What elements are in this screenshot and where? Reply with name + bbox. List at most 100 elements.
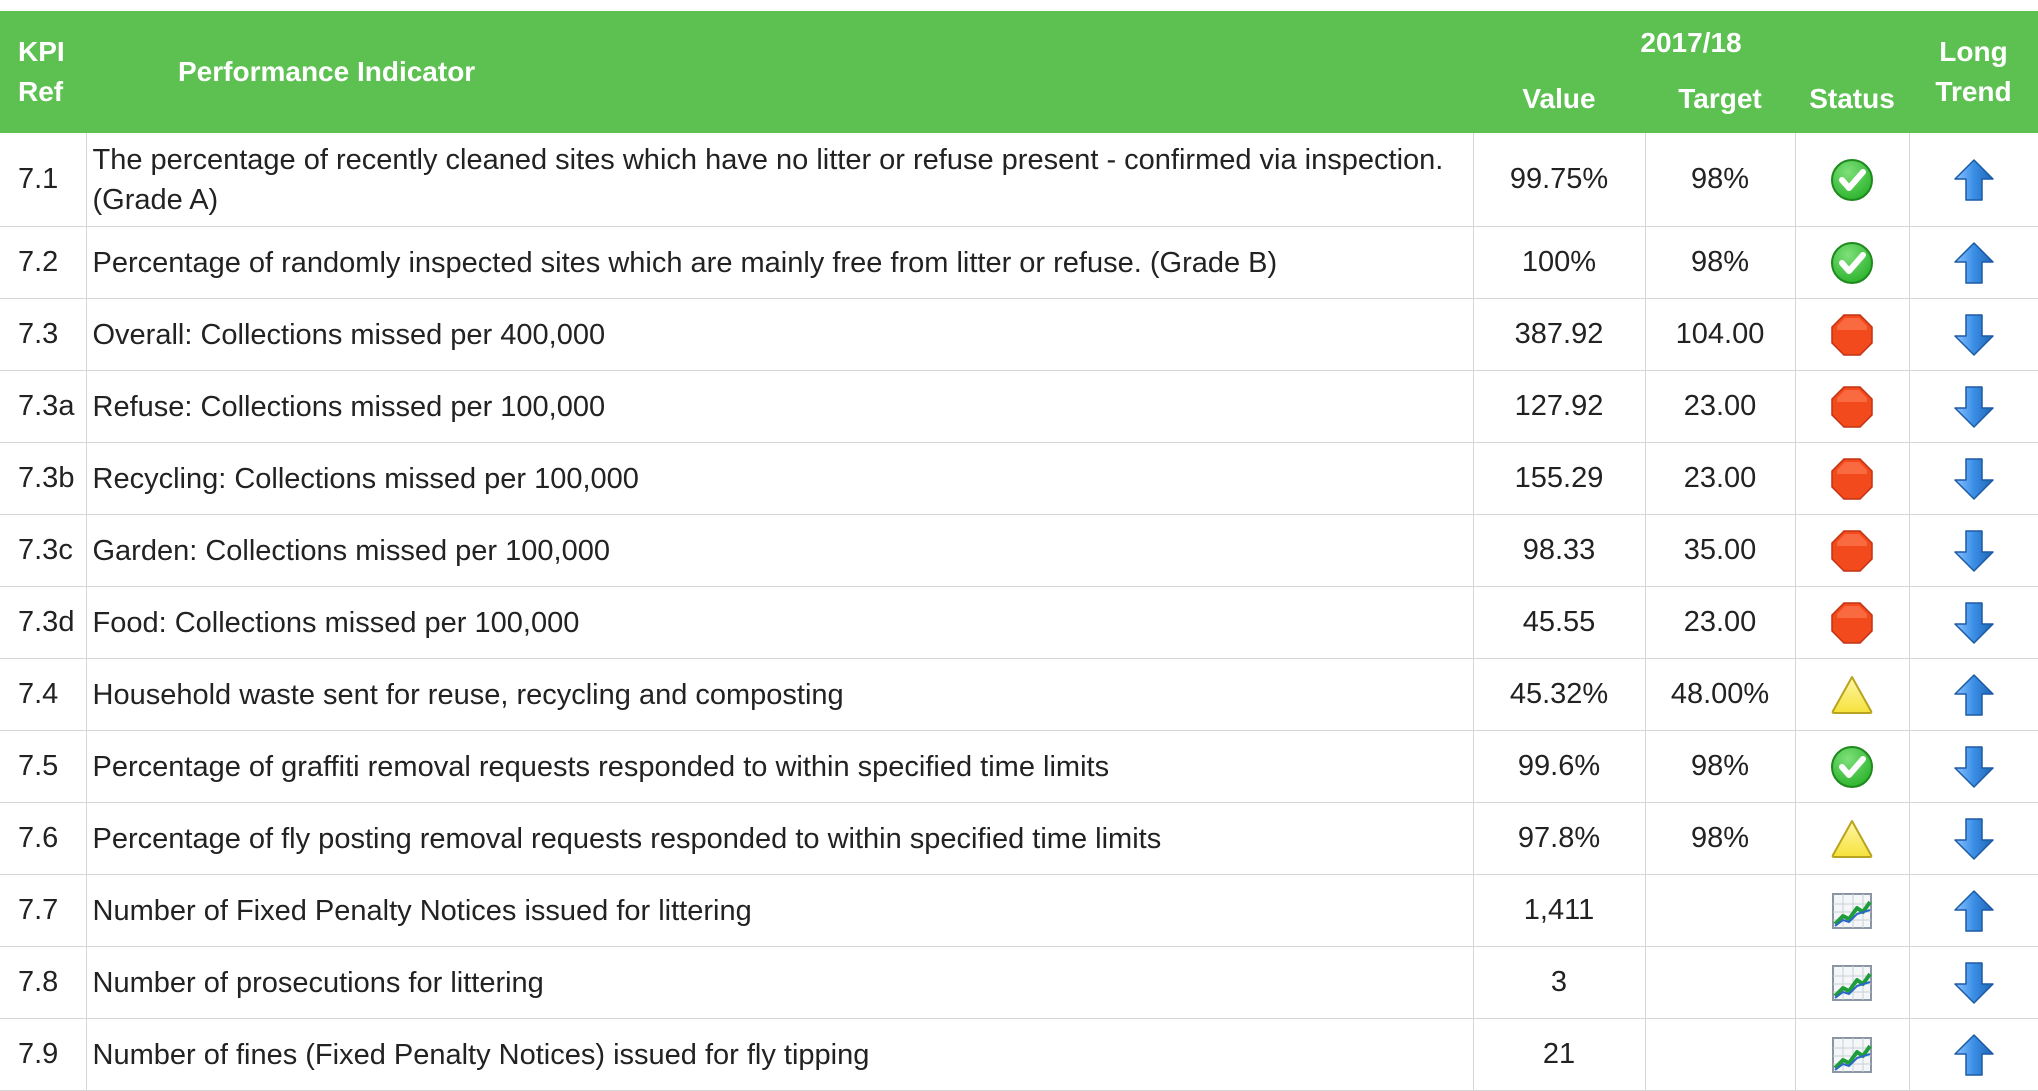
indicator-cell: Number of fines (Fixed Penalty Notices) …: [86, 1018, 1474, 1091]
status-cell: [1795, 442, 1910, 515]
stop-icon: [1829, 600, 1875, 646]
target-cell: 98%: [1645, 133, 1796, 227]
target-cell: 23.00: [1645, 586, 1796, 659]
table-row: 7.3b Recycling: Collections missed per 10…: [0, 442, 2038, 515]
kpi-ref-cell: 7.1: [0, 133, 87, 227]
trend-cell: [1909, 442, 2038, 515]
header-kpi-ref-label: KPI Ref: [18, 36, 65, 107]
kpi-ref: 7.3c: [18, 534, 73, 566]
table-row: 7.3 Overall: Collections missed per 400,0…: [0, 298, 2038, 371]
kpi-ref: 7.1: [18, 163, 59, 195]
indicator-text: Number of Fixed Penalty Notices issued f…: [92, 894, 752, 927]
indicator-cell: Overall: Collections missed per 400,000: [86, 298, 1474, 371]
table-row: 7.3a Refuse: Collections missed per 100,0…: [0, 370, 2038, 443]
header-year: 2017/18: [1473, 11, 1910, 71]
value-cell: 387.92: [1473, 298, 1646, 371]
indicator-text: Food: Collections missed per 100,000: [92, 606, 580, 639]
value-cell: 98.33: [1473, 514, 1646, 587]
table-row: 7.7 Number of Fixed Penalty Notices issue…: [0, 874, 2038, 947]
value-text: 45.32%: [1509, 678, 1609, 710]
status-cell: [1795, 658, 1910, 731]
check-icon: [1829, 744, 1875, 790]
target-cell: 98%: [1645, 802, 1796, 875]
table-row: 7.2 Percentage of randomly inspected site…: [0, 226, 2038, 299]
arrow-up-icon: [1951, 240, 1997, 286]
target-text: 23.00: [1683, 606, 1757, 638]
indicator-cell: Number of prosecutions for littering: [86, 946, 1474, 1019]
indicator-text: Overall: Collections missed per 400,000: [92, 318, 606, 351]
header-value: Value: [1473, 71, 1645, 133]
value-cell: 100%: [1473, 226, 1646, 299]
target-cell: 23.00: [1645, 442, 1796, 515]
warning-icon: [1829, 672, 1875, 718]
indicator-text: Household waste sent for reuse, recyclin…: [92, 678, 844, 711]
value-cell: 3: [1473, 946, 1646, 1019]
kpi-ref: 7.8: [18, 966, 59, 998]
table-row: 7.1 The percentage of recently cleaned si…: [0, 133, 2038, 227]
header-indicator-label: Performance Indicator: [178, 56, 476, 87]
value-text: 97.8%: [1517, 822, 1601, 854]
header-trend: Long Trend: [1909, 11, 2038, 133]
kpi-ref: 7.7: [18, 894, 59, 926]
value-text: 387.92: [1514, 318, 1604, 350]
indicator-cell: Percentage of fly posting removal reques…: [86, 802, 1474, 875]
status-cell: [1795, 226, 1910, 299]
target-cell: 35.00: [1645, 514, 1796, 587]
kpi-ref: 7.2: [18, 246, 59, 278]
target-cell: [1645, 874, 1796, 947]
target-text: 104.00: [1675, 318, 1765, 350]
target-cell: 98%: [1645, 226, 1796, 299]
indicator-text: Refuse: Collections missed per 100,000: [92, 390, 606, 423]
indicator-text: Percentage of fly posting removal reques…: [92, 822, 1162, 855]
header-status: Status: [1795, 71, 1910, 133]
target-cell: 98%: [1645, 730, 1796, 803]
target-cell: [1645, 1018, 1796, 1091]
value-text: 1,411: [1523, 894, 1595, 926]
indicator-cell: Garden: Collections missed per 100,000: [86, 514, 1474, 587]
value-text: 127.92: [1514, 390, 1604, 422]
trend-cell: [1909, 514, 2038, 587]
target-cell: 104.00: [1645, 298, 1796, 371]
target-text: 98%: [1690, 750, 1750, 782]
kpi-ref-cell: 7.3b: [0, 442, 87, 515]
arrow-down-icon: [1951, 528, 1997, 574]
indicator-text: Number of fines (Fixed Penalty Notices) …: [92, 1038, 870, 1071]
warning-icon: [1829, 816, 1875, 862]
indicator-text: Garden: Collections missed per 100,000: [92, 534, 610, 567]
value-cell: 99.75%: [1473, 133, 1646, 227]
indicator-cell: Percentage of randomly inspected sites w…: [86, 226, 1474, 299]
arrow-up-icon: [1951, 157, 1997, 203]
target-cell: [1645, 946, 1796, 1019]
header-indicator: Performance Indicator: [86, 11, 1473, 133]
status-cell: [1795, 802, 1910, 875]
value-text: 99.6%: [1517, 750, 1601, 782]
target-text: 35.00: [1683, 534, 1757, 566]
kpi-ref: 7.3b: [18, 462, 75, 494]
kpi-ref: 7.5: [18, 750, 59, 782]
header-target-label: Target: [1678, 83, 1762, 114]
kpi-ref: 7.3a: [18, 390, 75, 422]
kpi-ref-cell: 7.5: [0, 730, 87, 803]
table-row: 7.9 Number of fines (Fixed Penalty Notice…: [0, 1018, 2038, 1091]
value-cell: 99.6%: [1473, 730, 1646, 803]
header-kpi-ref: KPI Ref: [0, 11, 86, 133]
trend-cell: [1909, 874, 2038, 947]
value-text: 3: [1550, 966, 1568, 998]
indicator-text: Percentage of randomly inspected sites w…: [92, 246, 1278, 279]
value-cell: 155.29: [1473, 442, 1646, 515]
kpi-ref-cell: 7.2: [0, 226, 87, 299]
value-text: 155.29: [1514, 462, 1604, 494]
value-cell: 21: [1473, 1018, 1646, 1091]
kpi-table: KPI Ref Performance Indicator 2017/18 Lo…: [0, 11, 2038, 1091]
kpi-ref-cell: 7.6: [0, 802, 87, 875]
value-text: 45.55: [1522, 606, 1596, 638]
status-cell: [1795, 298, 1910, 371]
kpi-ref: 7.4: [18, 678, 59, 710]
stop-icon: [1829, 528, 1875, 574]
target-text: 23.00: [1683, 462, 1757, 494]
value-text: 99.75%: [1509, 163, 1609, 195]
arrow-down-icon: [1951, 312, 1997, 358]
status-cell: [1795, 370, 1910, 443]
kpi-ref-cell: 7.3d: [0, 586, 87, 659]
table-row: 7.6 Percentage of fly posting removal req…: [0, 802, 2038, 875]
